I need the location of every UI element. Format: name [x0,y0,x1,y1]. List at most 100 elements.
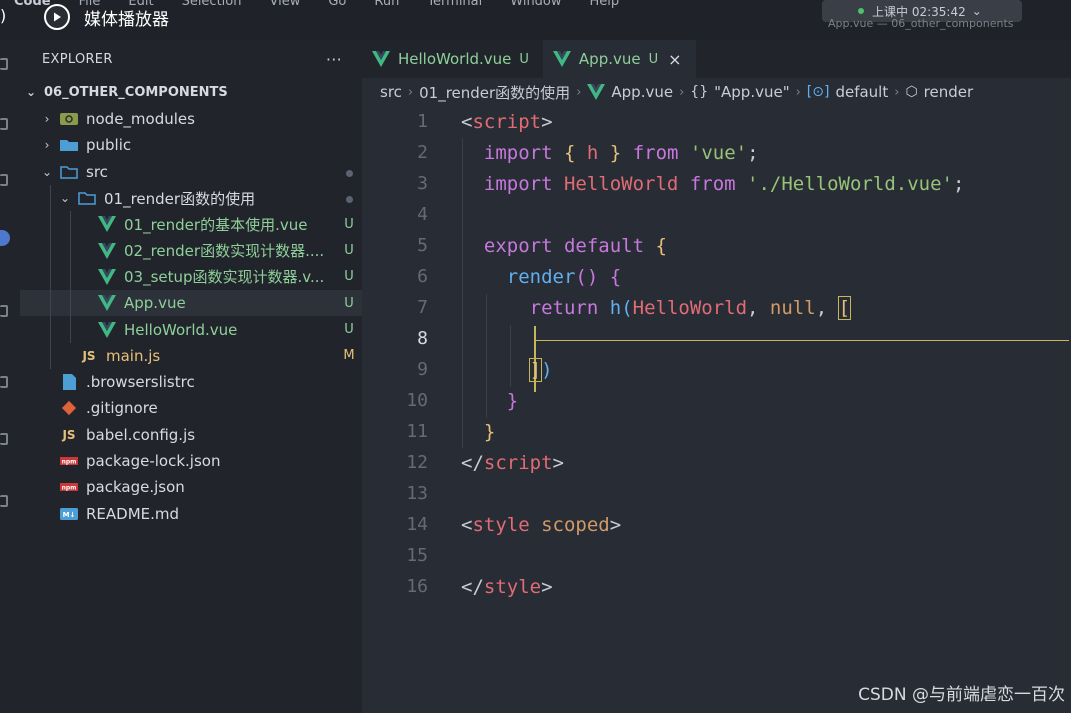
git-status-untracked: U [344,322,354,338]
line-number: 15 [406,545,428,566]
breadcrumb-item[interactable]: render [924,83,974,101]
folder-icon [60,137,78,153]
tree-indent-guide [70,290,71,317]
menu-item-go[interactable]: Go [328,0,346,10]
npm-icon: npm [60,453,78,469]
chevron-right-icon: › [576,84,582,100]
breadcrumb-item[interactable]: 01_render函数的使用 [419,82,570,103]
menu-item-selection[interactable]: Selection [182,0,242,10]
line-number: 5 [417,235,428,256]
symbol-method-icon: ⬡ [905,84,918,100]
tree-indent-guide [50,237,51,264]
code-line-text: <script> [461,110,553,133]
files-icon[interactable] [0,58,8,70]
vue-icon [98,216,116,233]
window-title: App.vue — 06_other_components [828,17,1014,30]
breadcrumb-item[interactable]: src [380,83,402,101]
tree-item-node-modules[interactable]: › node_modules [20,106,362,132]
code-line: 8 [362,323,1071,354]
tree-item-label: HelloWorld.vue [124,320,238,339]
chevron-right-icon[interactable]: › [40,112,54,126]
menu-item-help[interactable]: Help [590,0,620,10]
close-icon[interactable]: × [668,50,681,69]
vue-icon [552,51,571,67]
tab-app-vue[interactable]: App.vue U × [542,40,696,78]
tree-item-babel-config[interactable]: JS babel.config.js [20,422,362,448]
tree-item-browserslistrc[interactable]: .browserslistrc [20,369,362,395]
search-icon[interactable] [0,118,8,130]
tab-helloworld-vue[interactable]: HelloWorld.vue U [362,40,543,78]
explorer-header: EXPLORER ··· [20,40,362,78]
chevron-down-icon[interactable]: ⌄ [58,191,72,205]
code-editor[interactable]: 1 <script> 2 import { h } from 'vue'; 3 … [362,106,1071,666]
chevron-down-icon[interactable]: ⌄ [40,165,54,179]
folder-open-icon [60,164,78,180]
source-control-icon[interactable] [0,174,8,186]
line-number: 10 [406,390,428,411]
menu-item-run[interactable]: Run [374,0,399,10]
menu-item-terminal[interactable]: Terminal [427,0,482,10]
tree-item-main-js[interactable]: JS main.js M [20,342,362,369]
chevron-down-icon[interactable]: ⌄ [24,85,38,99]
line-number: 12 [406,452,428,473]
explorer-sidebar: EXPLORER ··· ⌄ 06_OTHER_COMPONENTS › nod… [20,40,362,713]
code-line-text: <style scoped> [461,513,622,536]
line-number-current: 8 [417,328,428,349]
line-number: 3 [417,173,428,194]
code-line: 1 <script> [362,106,1071,137]
git-status-untracked: U [344,216,354,232]
tree-indent-guide [70,211,71,238]
code-line: 6 render() { [362,261,1071,292]
tree-item-label: src [86,162,108,181]
remote-icon[interactable] [0,433,8,445]
code-line: 5 export default { [362,230,1071,261]
code-line: 13 [362,478,1071,509]
file-icon [60,374,78,391]
project-folder-label: 06_OTHER_COMPONENTS [44,84,228,100]
tree-item-vue-file[interactable]: 01_render的基本使用.vue U [20,211,362,238]
tree-item-label: 02_render函数实现计数器.... [124,242,325,261]
tree-indent-guide [70,316,71,343]
tree-item-render-folder[interactable]: ⌄ 01_render函数的使用 [20,184,362,212]
tree-item-label: public [86,136,132,155]
chevron-right-icon[interactable]: › [40,138,54,152]
tree-item-gitignore[interactable]: .gitignore [20,395,362,421]
line-number: 2 [417,142,428,163]
window-control-dot[interactable]: ) [0,6,6,25]
tree-item-public[interactable]: › public [20,132,362,158]
testing-icon[interactable] [0,495,8,507]
breadcrumb-item[interactable]: default [835,83,888,101]
git-status-untracked: U [344,269,354,285]
breadcrumb-item[interactable]: "App.vue" [714,83,789,101]
git-changes-dot-icon [336,163,362,181]
explorer-title: EXPLORER [42,51,113,67]
play-icon[interactable] [44,4,70,30]
chevron-right-icon: › [407,84,414,100]
line-number: 7 [417,297,428,318]
tree-item-src[interactable]: ⌄ src [20,159,362,185]
menu-item-window[interactable]: Window [510,0,561,10]
tree-indent-guide [70,263,71,291]
tree-item-vue-file[interactable]: 02_render函数实现计数器.... U [20,237,362,264]
tree-item-readme[interactable]: M↓ README.md [20,500,362,526]
git-changes-dot-icon [336,189,362,207]
extensions-icon[interactable] [0,376,8,388]
vue-icon [98,295,116,312]
code-line-text: import HelloWorld from './HelloWorld.vue… [483,172,965,195]
tab-status: U [519,51,529,67]
breadcrumb-item[interactable]: App.vue [611,83,673,101]
project-folder[interactable]: ⌄ 06_OTHER_COMPONENTS [20,78,362,106]
media-player-title[interactable]: 媒体播放器 [44,3,169,31]
menu-item-view[interactable]: View [269,0,300,10]
code-line-text: export default { [483,234,667,257]
tree-item-package-json[interactable]: npm package.json [20,474,362,500]
tree-item-package-lock[interactable]: npm package-lock.json [20,448,362,474]
tree-item-app-vue[interactable]: App.vue U [20,290,362,317]
tree-item-vue-file[interactable]: 03_setup函数实现计数器.v... U [20,263,362,291]
more-actions-icon[interactable]: ··· [326,50,342,69]
vue-icon [98,321,116,338]
tree-item-helloworld-vue[interactable]: HelloWorld.vue U [20,316,362,343]
debug-icon[interactable] [0,305,8,317]
code-line-text: ]) [528,357,553,382]
line-number: 1 [417,111,428,132]
